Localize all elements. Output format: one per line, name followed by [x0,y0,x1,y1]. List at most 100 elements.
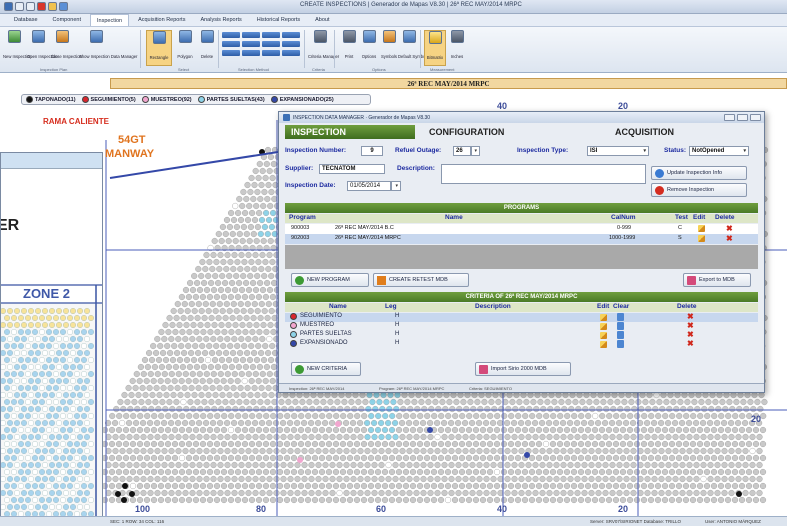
tube-cell[interactable] [124,398,131,406]
tube-cell[interactable] [202,384,209,392]
tube-cell[interactable] [449,405,456,413]
tube-cell[interactable] [612,440,620,448]
tube-cell[interactable] [691,398,698,406]
tube-cell[interactable] [251,265,258,273]
tube-cell[interactable] [689,426,697,434]
tube-cell[interactable] [685,419,693,427]
tube-cell[interactable] [500,454,508,462]
tube-cell[interactable] [252,251,259,259]
tube-cell[interactable] [220,293,228,301]
tube-cell[interactable] [441,489,448,497]
tube-cell[interactable] [157,496,165,504]
tube-cell[interactable] [598,454,606,462]
tube-cell[interactable] [524,419,532,427]
tube-cell[interactable] [212,391,219,399]
tube-cell[interactable] [199,454,207,462]
tube-cell[interactable] [357,447,364,455]
tube-cell[interactable] [718,412,725,420]
tube-cell[interactable] [735,447,742,455]
tube-cell[interactable] [264,398,271,406]
tube-cell[interactable] [749,433,756,441]
tube-cell[interactable] [237,216,245,224]
tube-cell[interactable] [194,314,201,322]
tube-cell[interactable] [684,398,691,406]
tube-cell[interactable] [564,412,571,420]
tube-cell[interactable] [752,454,760,462]
tube-cell[interactable] [212,272,219,280]
tube-cell[interactable] [343,419,350,427]
tube-cell[interactable] [473,412,480,420]
tube-cell[interactable] [581,447,588,455]
tube-cell[interactable] [729,405,736,413]
tube-cell[interactable] [247,391,254,399]
tube-cell[interactable] [402,482,410,490]
tube-cell[interactable] [182,489,189,497]
tube-cell[interactable] [256,328,263,336]
tube-cell[interactable] [357,475,364,483]
tube-cell[interactable] [283,454,291,462]
tube-cell[interactable] [164,426,172,434]
tube-cell[interactable] [192,342,199,350]
tube-cell[interactable] [600,398,607,406]
tube-cell[interactable] [226,307,233,315]
tube-cell[interactable] [217,419,224,427]
tube-cell[interactable] [586,398,593,406]
tube-cell[interactable] [245,475,252,483]
tube-cell[interactable] [721,433,728,441]
tube-cell[interactable] [675,440,683,448]
tube-cell[interactable] [161,447,168,455]
tube-cell[interactable] [598,468,606,476]
tube-cell[interactable] [136,377,143,385]
tube-cell[interactable] [262,440,270,448]
tube-cell[interactable] [511,447,518,455]
tube-cell[interactable] [479,426,487,434]
tube-cell[interactable] [290,454,298,462]
tube-cell[interactable] [301,419,308,427]
tube-cell[interactable] [574,489,581,497]
tube-cell[interactable] [710,496,718,504]
tube-cell[interactable] [129,440,137,448]
tube-cell[interactable] [444,426,452,434]
tube-cell[interactable] [472,426,480,434]
tube-cell[interactable] [724,454,732,462]
tube-cell[interactable] [295,405,302,413]
tube-cell[interactable] [297,426,305,434]
tube-cell[interactable] [553,475,560,483]
clear-brush-icon[interactable] [617,313,624,321]
tube-cell[interactable] [504,447,511,455]
tube-cell[interactable] [161,419,168,427]
tube-cell[interactable] [750,405,757,413]
tube-cell[interactable] [119,475,126,483]
tube-cell[interactable] [624,405,631,413]
tube-cell[interactable] [257,195,264,203]
tube-cell[interactable] [171,377,178,385]
tube-cell[interactable] [606,412,613,420]
tube-cell[interactable] [246,405,253,413]
tube-cell[interactable] [245,370,252,378]
tube-cell[interactable] [472,468,480,476]
tube-cell[interactable] [301,461,308,469]
tube-cell[interactable] [609,447,616,455]
tube-cell[interactable] [175,433,182,441]
tube-cell[interactable] [640,482,648,490]
tube-cell[interactable] [144,363,152,371]
tube-cell[interactable] [248,496,256,504]
tube-cell[interactable] [378,489,385,497]
tube-cell[interactable] [423,454,431,462]
tube-cell[interactable] [196,433,203,441]
tube-cell[interactable] [483,447,490,455]
tube-cell[interactable] [644,433,651,441]
inspection-type-select[interactable]: ISI ▾ [587,146,649,156]
tube-cell[interactable] [525,489,532,497]
tube-cell[interactable] [213,482,221,490]
tube-cell[interactable] [399,475,406,483]
tube-cell[interactable] [302,405,309,413]
tube-cell[interactable] [455,419,462,427]
tube-cell[interactable] [193,328,200,336]
new-criteria-button[interactable]: NEW CRITERIA [291,362,361,376]
tube-cell[interactable] [313,398,320,406]
tube-cell[interactable] [177,307,184,315]
tube-cell[interactable] [410,412,417,420]
tube-cell[interactable] [180,398,187,406]
tube-cell[interactable] [385,461,392,469]
